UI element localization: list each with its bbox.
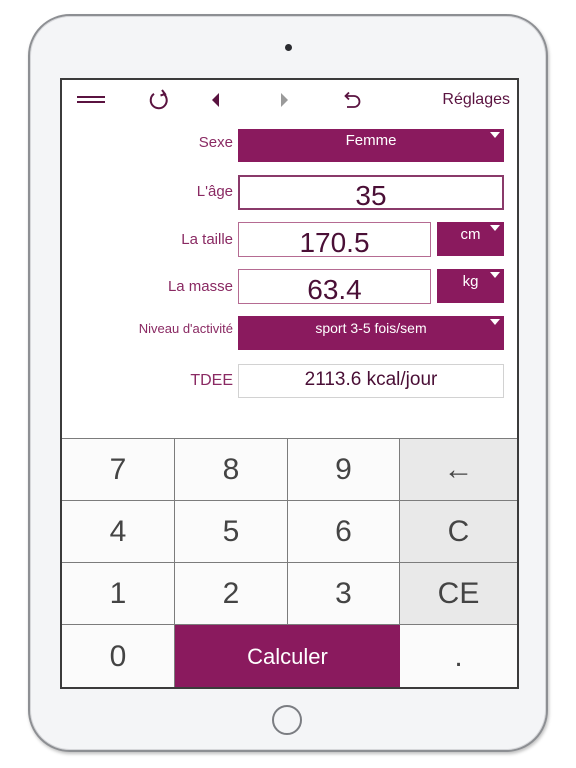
hamburger-icon	[77, 96, 105, 103]
dropdown-arrow-icon	[490, 272, 500, 278]
dropdown-arrow-icon	[490, 319, 500, 325]
triangle-right-icon	[281, 93, 288, 107]
key-9[interactable]: 9	[288, 439, 400, 501]
calculate-button[interactable]: Calculer	[175, 625, 400, 687]
next-button[interactable]	[274, 88, 294, 112]
key-6[interactable]: 6	[288, 501, 400, 563]
age-label: L'âge	[196, 183, 233, 200]
height-label: La taille	[181, 231, 233, 248]
backspace-key[interactable]: ←	[400, 439, 517, 501]
sex-label: Sexe	[198, 134, 233, 151]
previous-button[interactable]	[206, 88, 226, 112]
height-input[interactable]: 170.5	[238, 222, 431, 258]
dropdown-arrow-icon	[490, 132, 500, 138]
dropdown-arrow-icon	[490, 225, 500, 231]
activity-label: Niveau d'activité	[138, 321, 233, 336]
activity-value: sport 3-5 fois/sem	[315, 320, 427, 336]
keypad: 7 8 9 ← 4 5 6 C 1 2 3 CE 0 Calculer .	[62, 438, 517, 687]
tdee-result: 2113.6 kcal/jour	[238, 364, 504, 398]
key-7[interactable]: 7	[62, 439, 175, 501]
mass-label: La masse	[167, 278, 233, 295]
decimal-key[interactable]: .	[400, 625, 517, 687]
refresh-button[interactable]	[146, 88, 172, 112]
menu-button[interactable]	[76, 88, 106, 112]
tdee-label: TDEE	[190, 372, 233, 389]
undo-button[interactable]	[341, 88, 363, 112]
refresh-icon	[149, 89, 168, 110]
age-input[interactable]: 35	[238, 175, 504, 211]
triangle-left-icon	[212, 93, 219, 107]
key-1[interactable]: 1	[62, 563, 175, 625]
front-camera	[285, 44, 292, 51]
mass-unit-value: kg	[462, 273, 479, 290]
sex-dropdown[interactable]: Femme	[238, 129, 504, 162]
settings-button[interactable]: Réglages	[432, 88, 510, 112]
undo-icon	[344, 91, 361, 108]
app-screen: Réglages Sexe Femme L'âge 35 La taille 1…	[60, 78, 519, 689]
mass-input[interactable]: 63.4	[238, 269, 431, 305]
mass-unit-dropdown[interactable]: kg	[437, 269, 504, 303]
sex-value: Femme	[345, 132, 397, 149]
key-8[interactable]: 8	[175, 439, 288, 501]
key-3[interactable]: 3	[288, 563, 400, 625]
toolbar: Réglages	[62, 80, 517, 122]
clear-key[interactable]: C	[400, 501, 517, 563]
height-unit-value: cm	[460, 226, 481, 243]
key-4[interactable]: 4	[62, 501, 175, 563]
key-2[interactable]: 2	[175, 563, 288, 625]
clear-entry-key[interactable]: CE	[400, 563, 517, 625]
home-button[interactable]	[272, 705, 302, 735]
key-0[interactable]: 0	[62, 625, 175, 687]
key-5[interactable]: 5	[175, 501, 288, 563]
activity-dropdown[interactable]: sport 3-5 fois/sem	[238, 316, 504, 350]
height-unit-dropdown[interactable]: cm	[437, 222, 504, 256]
